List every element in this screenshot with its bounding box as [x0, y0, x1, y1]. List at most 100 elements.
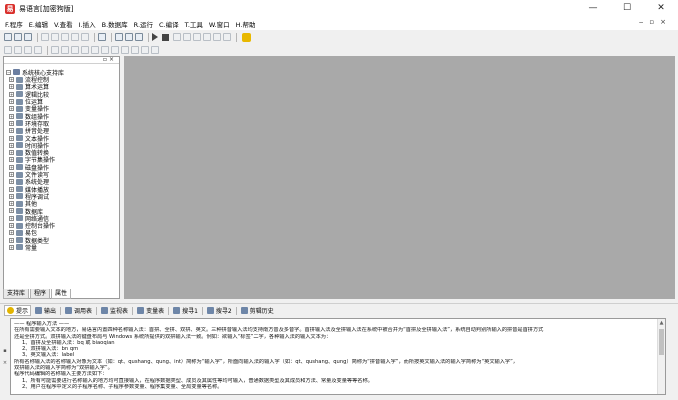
stop-icon[interactable]	[162, 33, 169, 41]
expand-icon[interactable]: +	[9, 172, 14, 177]
menu-window[interactable]: W.窗口	[209, 19, 230, 29]
tab-support-library[interactable]: 支持库	[3, 289, 30, 299]
tab-variables[interactable]: 变量表	[137, 306, 170, 315]
tab-properties[interactable]: 属性	[51, 289, 72, 299]
expand-icon[interactable]: +	[9, 230, 14, 236]
find-icon[interactable]	[98, 33, 106, 41]
run-icon[interactable]	[152, 33, 158, 41]
grid-icon[interactable]	[141, 46, 149, 54]
tab-call-stack[interactable]: 调用表	[65, 306, 98, 315]
cut-icon[interactable]	[41, 33, 49, 41]
align-right-icon[interactable]	[14, 46, 22, 54]
step-into-icon[interactable]	[173, 33, 181, 41]
expand-icon[interactable]: +	[9, 135, 14, 141]
tab-program[interactable]: 程序	[30, 289, 51, 299]
menu-insert[interactable]: I.插入	[79, 19, 96, 29]
expand-icon[interactable]: +	[9, 164, 14, 170]
tab-separator	[132, 306, 134, 315]
maximize-icon[interactable]: ☐	[610, 0, 644, 17]
space-vertical-icon[interactable]	[111, 46, 119, 54]
step-over-icon[interactable]	[183, 33, 191, 41]
tree-root[interactable]: − 系统核心支持库	[6, 68, 119, 77]
expand-icon[interactable]: +	[9, 106, 14, 112]
scroll-up-icon[interactable]: ▲	[658, 319, 665, 327]
binoculars-icon[interactable]	[242, 32, 251, 42]
center-horizontal-icon[interactable]	[81, 46, 89, 54]
collapse-icon[interactable]: −	[6, 69, 11, 75]
expand-icon[interactable]: +	[9, 244, 14, 250]
send-back-icon[interactable]	[131, 46, 139, 54]
close-pane-icon[interactable]: ×	[3, 360, 7, 366]
step-out-icon[interactable]	[193, 33, 201, 41]
redo-icon[interactable]	[81, 33, 89, 41]
expand-icon[interactable]: +	[9, 215, 14, 221]
new-file-icon[interactable]	[4, 33, 12, 41]
tab-clip-history[interactable]: 剪辑历史	[240, 306, 274, 315]
menu-run[interactable]: R.运行	[134, 19, 153, 29]
close-icon[interactable]: ✕	[644, 0, 678, 17]
menu-tools[interactable]: T.工具	[185, 19, 203, 29]
expand-icon[interactable]: +	[9, 142, 14, 148]
expand-icon[interactable]: +	[9, 179, 14, 185]
tab-search-2[interactable]: 搜寻2	[206, 306, 237, 315]
breakpoint-icon[interactable]	[203, 33, 211, 41]
tab-hint[interactable]: 提示	[4, 305, 32, 316]
window-layout-1-icon[interactable]	[115, 33, 123, 41]
save-icon[interactable]	[24, 33, 32, 41]
hint-scrollbar[interactable]: ▲	[657, 319, 665, 394]
menu-view[interactable]: V.查看	[54, 19, 73, 29]
menu-file[interactable]: F.程序	[5, 19, 23, 29]
run-to-cursor-icon[interactable]	[213, 33, 221, 41]
align-left-icon[interactable]	[4, 46, 12, 54]
minimize-icon[interactable]: —	[576, 0, 610, 17]
expand-icon[interactable]: +	[9, 201, 14, 207]
window-layout-3-icon[interactable]	[135, 33, 143, 41]
same-height-icon[interactable]	[61, 46, 69, 54]
scroll-thumb[interactable]	[659, 329, 664, 355]
align-top-icon[interactable]	[24, 46, 32, 54]
align-toolbar	[0, 44, 678, 56]
menu-database[interactable]: B.数据库	[102, 19, 128, 29]
expand-icon[interactable]: +	[9, 157, 14, 163]
output-pane-grip[interactable]: ▪ ×	[2, 318, 8, 395]
mdi-child-controls-icon[interactable]: ‒▫×	[639, 18, 672, 26]
expand-icon[interactable]: +	[9, 77, 14, 83]
expand-icon[interactable]: +	[9, 193, 14, 199]
hand-icon[interactable]	[223, 33, 231, 41]
expand-icon[interactable]: +	[9, 99, 14, 105]
tab-watch[interactable]: 监视表	[101, 306, 134, 315]
expand-icon[interactable]: +	[9, 223, 14, 229]
align-bottom-icon[interactable]	[34, 46, 42, 54]
paste-icon[interactable]	[61, 33, 69, 41]
mdi-workspace[interactable]	[124, 56, 675, 299]
copy-icon[interactable]	[51, 33, 59, 41]
expand-icon[interactable]: +	[9, 128, 14, 134]
tab-search-1[interactable]: 搜寻1	[173, 306, 203, 315]
same-size-icon[interactable]	[71, 46, 79, 54]
expand-icon[interactable]: +	[9, 237, 14, 243]
expand-icon[interactable]: +	[9, 208, 14, 214]
tree-item[interactable]: + 常量	[9, 244, 119, 252]
tab-separator	[235, 306, 237, 315]
pin-icon[interactable]: ▪	[3, 348, 6, 354]
expand-icon[interactable]: +	[9, 150, 14, 156]
undo-icon[interactable]	[71, 33, 79, 41]
same-width-icon[interactable]	[51, 46, 59, 54]
expand-icon[interactable]: +	[9, 84, 14, 90]
window-layout-2-icon[interactable]	[125, 33, 133, 41]
lock-icon[interactable]	[151, 46, 159, 54]
space-horizontal-icon[interactable]	[101, 46, 109, 54]
expand-icon[interactable]: +	[9, 186, 14, 192]
open-file-icon[interactable]	[14, 33, 22, 41]
expand-icon[interactable]: +	[9, 91, 14, 97]
bring-front-icon[interactable]	[121, 46, 129, 54]
expand-icon[interactable]: +	[9, 113, 14, 119]
expand-icon[interactable]: +	[9, 120, 14, 126]
hint-pane: —— 程序输入方法 —— 在所有需要输入文本的地方，易语言内置四种名称输入法：首…	[10, 318, 666, 395]
menu-compile[interactable]: C.编译	[159, 19, 179, 29]
menu-edit[interactable]: E.编辑	[29, 19, 48, 29]
tab-output[interactable]: 输出	[35, 306, 62, 315]
menu-help[interactable]: H.帮助	[236, 19, 256, 29]
panel-pin-close-icon[interactable]: ▫×	[103, 56, 116, 63]
center-vertical-icon[interactable]	[91, 46, 99, 54]
